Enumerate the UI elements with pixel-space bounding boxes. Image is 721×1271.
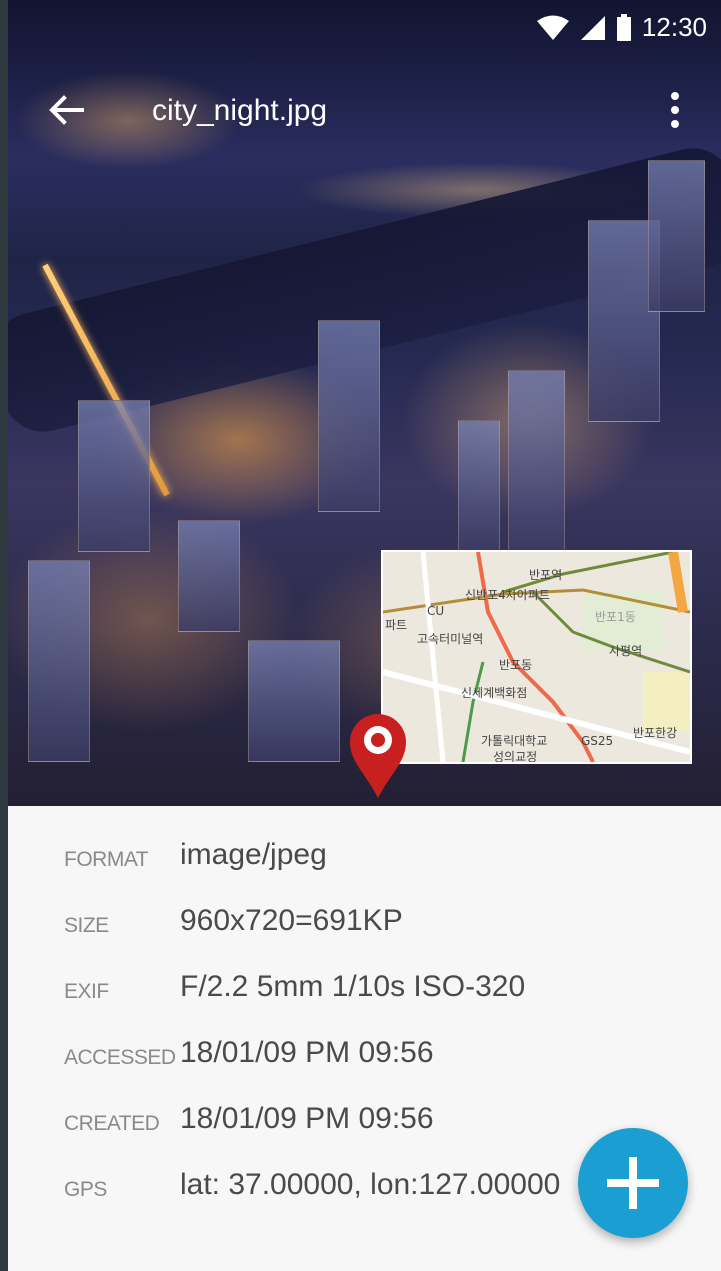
detail-label: SIZE [64,914,109,937]
detail-value: 18/01/09 PM 09:56 [180,1036,434,1069]
photo-building [318,320,380,512]
photo-building [78,400,150,552]
map-label: 파트 [385,618,408,632]
detail-row-accessed: ACCESSED 18/01/09 PM 09:56 [8,1034,721,1094]
detail-row-exif: EXIF F/2.2 5mm 1/10s ISO-320 [8,968,721,1028]
detail-label: CREATED [64,1112,160,1135]
photo-building [508,370,565,552]
phone-screen: 12:30 city_night.jpg 반포역 신반포4차아파트 CU 파트 … [8,0,721,1271]
cell-signal-icon [580,15,605,40]
detail-value: 18/01/09 PM 09:56 [180,1102,434,1135]
detail-row-size: SIZE 960x720=691KP [8,902,721,962]
map-label: 반포1동 [595,610,636,624]
detail-row-format: FORMAT image/jpeg [8,836,721,896]
plus-icon [607,1157,659,1209]
detail-label: FORMAT [64,848,149,871]
location-map-thumbnail[interactable]: 반포역 신반포4차아파트 CU 파트 반포1동 고속터미널역 반포동 사평역 신… [381,550,692,764]
map-label: 신반포4차아파트 [465,588,550,602]
map-label: 성의교정 [493,750,538,764]
map-label: 반포동 [499,658,533,672]
status-time: 12:30 [641,12,707,42]
map-label: GS25 [581,734,614,748]
location-pin-icon[interactable] [346,710,410,800]
map-label: 신세계백화점 [461,686,528,700]
more-vert-icon[interactable] [660,88,690,132]
detail-label: GPS [64,1178,107,1201]
back-arrow-icon[interactable] [44,88,88,132]
detail-label: ACCESSED [64,1046,176,1069]
map-label: 반포한강 [633,726,678,740]
map-label: 사평역 [609,644,643,658]
detail-value: lat: 37.00000, lon:127.00000 [180,1168,561,1201]
battery-icon [616,13,631,41]
status-bar: 12:30 [536,12,707,43]
detail-value: F/2.2 5mm 1/10s ISO-320 [180,970,526,1003]
photo-building [648,160,705,312]
map-label: 고속터미널역 [417,632,484,646]
photo-building [458,420,500,552]
photo-building [248,640,340,762]
file-title: city_night.jpg [152,94,328,127]
photo-building [28,560,90,762]
map-label: 가톨릭대학교 [481,734,548,748]
add-button[interactable] [578,1128,688,1238]
map-label: 반포역 [529,568,563,582]
detail-value: 960x720=691KP [180,904,403,937]
photo-building [178,520,240,632]
detail-label: EXIF [64,980,109,1003]
map-label: CU [427,604,445,618]
detail-value: image/jpeg [180,838,327,871]
wifi-icon [536,15,569,40]
